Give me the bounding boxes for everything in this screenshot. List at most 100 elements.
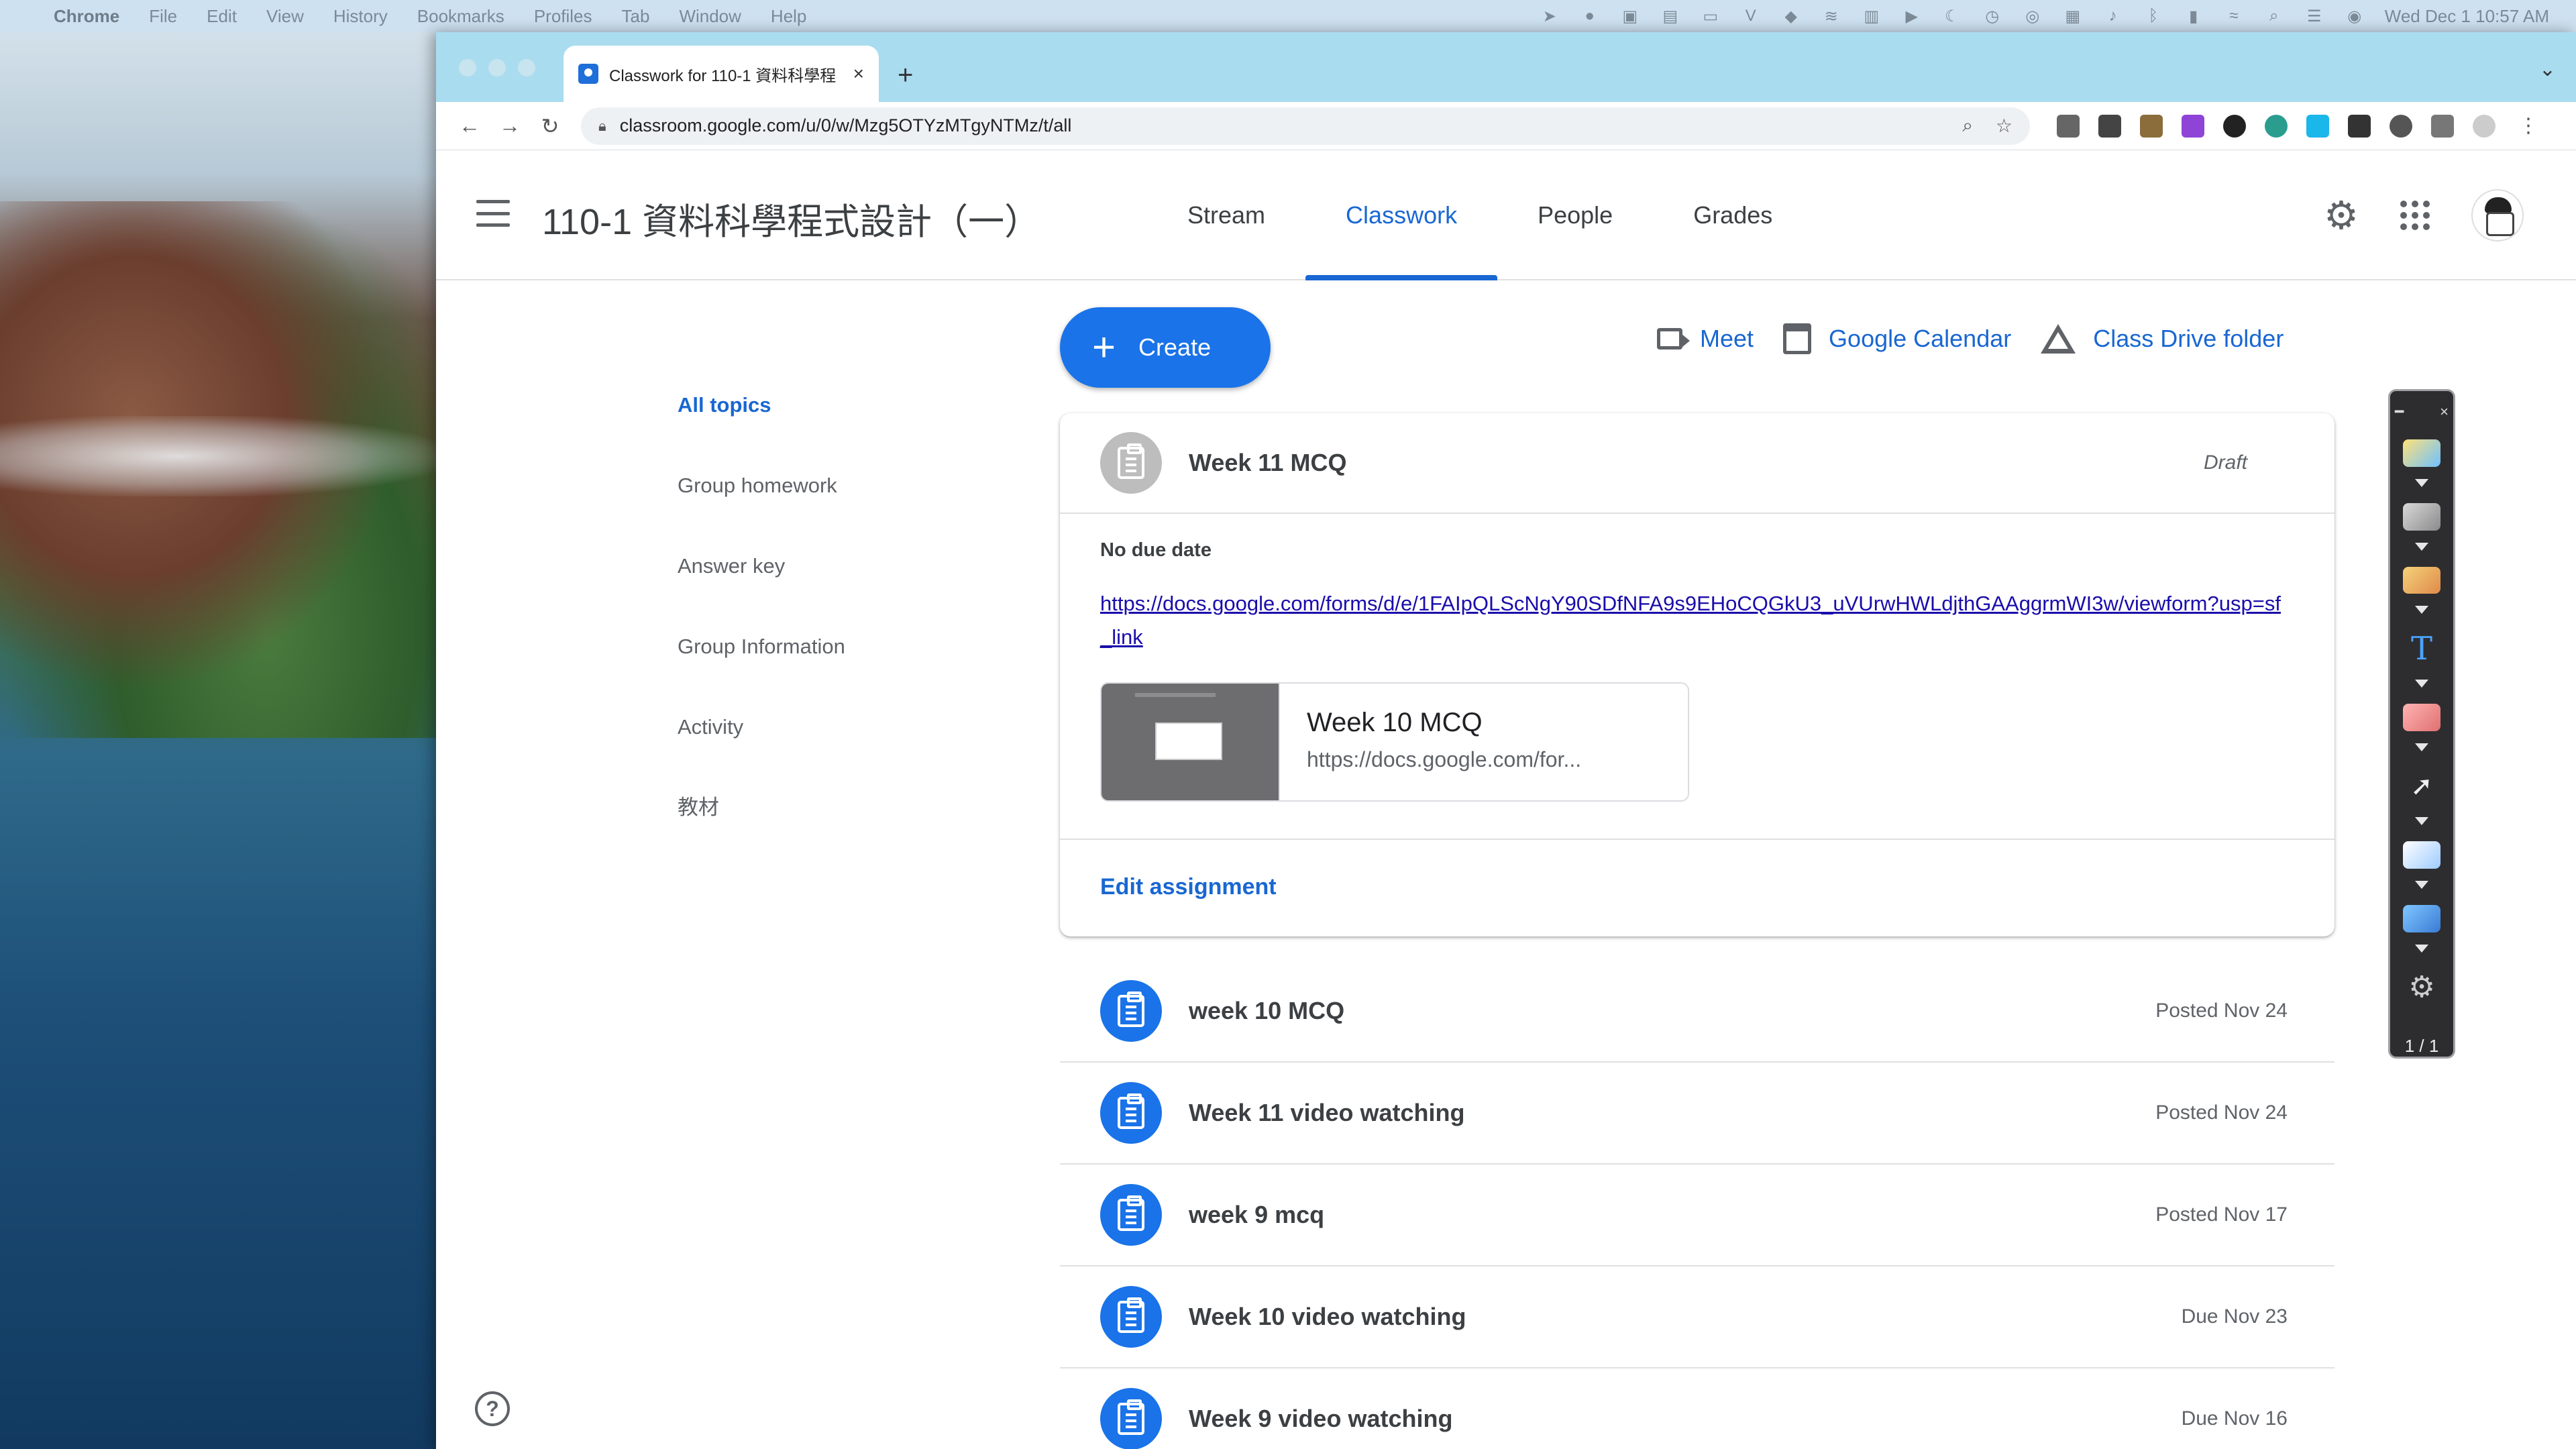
menu-history[interactable]: History (333, 6, 388, 27)
wifi-icon[interactable]: ≈ (2224, 6, 2244, 26)
assignment-icon (1100, 1184, 1162, 1246)
stamp-tool-icon[interactable] (2403, 502, 2440, 551)
stack-icon[interactable]: ≋ (1821, 6, 1841, 26)
course-title[interactable]: 110-1 資料科學程式設計（一） (542, 192, 1040, 245)
zoom-icon[interactable]: ⌕ (1962, 115, 1973, 137)
zoom-window-button[interactable] (518, 59, 535, 76)
extension-2-icon[interactable] (2098, 114, 2121, 138)
forward-button[interactable]: → (490, 113, 530, 138)
dropbox-icon[interactable]: ◆ (1781, 6, 1801, 26)
menu-app-chrome[interactable]: Chrome (54, 6, 119, 27)
settings-gear-icon[interactable]: ⚙ (2403, 969, 2440, 1006)
new-tab-button[interactable]: + (898, 62, 913, 89)
display-icon[interactable]: ▭ (1701, 6, 1721, 26)
whiteboard-tool-icon[interactable] (2403, 841, 2440, 889)
play-icon[interactable]: ▶ (1902, 6, 1922, 26)
control-center-icon[interactable]: ☰ (2304, 6, 2324, 26)
list-item[interactable]: Week 11 video watching Posted Nov 24 (1060, 1063, 2334, 1165)
extension-6-icon[interactable] (2265, 114, 2288, 138)
topic-group-homework[interactable]: Group homework (678, 472, 845, 553)
tab-search-icon[interactable]: ⌄ (2539, 58, 2556, 81)
google-calendar-link[interactable]: Google Calendar (1783, 323, 2011, 354)
minimize-window-button[interactable] (488, 59, 506, 76)
bookmark-star-icon[interactable]: ☆ (1996, 115, 2012, 137)
tab-classwork[interactable]: Classwork for 110-1 資料科學程 × (564, 46, 879, 102)
extension-3-icon[interactable] (2140, 114, 2163, 138)
circle-icon[interactable]: ● (1580, 6, 1600, 26)
class-drive-folder-link[interactable]: Class Drive folder (2041, 324, 2284, 354)
topic-activity[interactable]: Activity (678, 714, 845, 794)
tab-close-icon[interactable]: × (853, 63, 864, 85)
clock-icon[interactable]: ◷ (1982, 6, 2002, 26)
list-item[interactable]: week 10 MCQ Posted Nov 24 (1060, 961, 2334, 1063)
toolbar-minimize-icon[interactable]: ━ (2395, 403, 2404, 421)
menu-help[interactable]: Help (771, 6, 806, 27)
account-avatar[interactable] (2471, 189, 2524, 241)
class-settings-gear-icon[interactable]: ⚙ (2324, 193, 2359, 238)
text-tool-icon[interactable]: T (2403, 630, 2440, 688)
menu-window[interactable]: Window (679, 6, 741, 27)
lock-icon[interactable]: 🔒︎ (598, 117, 606, 135)
extension-9-icon[interactable] (2390, 114, 2412, 138)
menu-file[interactable]: File (149, 6, 177, 27)
photo-icon[interactable]: ▤ (1660, 6, 1680, 26)
main-menu-icon[interactable] (476, 200, 510, 227)
pointer-tool-icon[interactable]: ➚ (2403, 767, 2440, 826)
chrome-menu-icon[interactable]: ⋮ (2518, 114, 2538, 138)
battery-icon[interactable]: ▮ (2184, 6, 2204, 26)
menu-view[interactable]: View (266, 6, 304, 27)
topic-group-information[interactable]: Group Information (678, 633, 845, 714)
hammer-tool-icon[interactable] (2403, 905, 2440, 953)
google-apps-icon[interactable] (2400, 201, 2430, 230)
volume-icon[interactable]: ♪ (2103, 6, 2123, 26)
create-button[interactable]: + Create (1060, 307, 1271, 388)
tab-classwork[interactable]: Classwork (1305, 150, 1498, 280)
topic-materials[interactable]: 教材 (678, 794, 845, 875)
highlighter-tool-icon[interactable] (2403, 439, 2440, 487)
tab-grades[interactable]: Grades (1653, 150, 1813, 280)
attachment-card[interactable]: Week 10 MCQ https://docs.google.com/for.… (1100, 682, 1689, 802)
pencil-tool-icon[interactable] (2403, 566, 2440, 614)
vimeo-extension-icon[interactable] (2306, 114, 2329, 138)
vimeo-icon[interactable]: V (1741, 6, 1761, 26)
close-window-button[interactable] (459, 59, 476, 76)
menu-bookmarks[interactable]: Bookmarks (417, 6, 504, 27)
evernote-icon[interactable]: ▥ (1862, 6, 1882, 26)
eraser-tool-icon[interactable] (2403, 704, 2440, 752)
menu-profiles[interactable]: Profiles (534, 6, 592, 27)
list-item[interactable]: Week 9 video watching Due Nov 16 (1060, 1368, 2334, 1449)
url-text[interactable]: classroom.google.com/u/0/w/Mzg5OTYzMTgyN… (620, 115, 1939, 136)
toolbar-close-icon[interactable]: × (2440, 403, 2449, 421)
profile-icon[interactable] (2473, 114, 2496, 138)
extension-4-icon[interactable] (2182, 114, 2204, 138)
search-icon[interactable]: ⌕ (2264, 6, 2284, 26)
extension-8-icon[interactable] (2348, 114, 2371, 138)
bluetooth-icon[interactable]: ᛒ (2143, 6, 2163, 26)
topic-answer-key[interactable]: Answer key (678, 553, 845, 633)
siri-icon[interactable]: ◉ (2345, 6, 2365, 26)
menu-tab[interactable]: Tab (622, 6, 650, 27)
flag-icon[interactable]: ▦ (2063, 6, 2083, 26)
list-item[interactable]: Week 10 video watching Due Nov 23 (1060, 1267, 2334, 1368)
menu-edit[interactable]: Edit (207, 6, 237, 27)
list-item[interactable]: week 9 mcq Posted Nov 17 (1060, 1165, 2334, 1267)
tab-people[interactable]: People (1497, 150, 1653, 280)
tab-stream[interactable]: Stream (1147, 150, 1305, 280)
reload-button[interactable]: ↻ (530, 113, 570, 139)
topic-all[interactable]: All topics (678, 392, 845, 472)
address-bar[interactable]: 🔒︎ classroom.google.com/u/0/w/Mzg5OTYzMT… (581, 107, 2030, 145)
extension-5-icon[interactable] (2223, 114, 2246, 138)
help-icon[interactable]: ? (475, 1391, 510, 1426)
menubar-clock[interactable]: Wed Dec 1 10:57 AM (2385, 6, 2549, 27)
airdrop-icon[interactable]: ◎ (2023, 6, 2043, 26)
back-button[interactable]: ← (449, 113, 490, 138)
meet-link[interactable]: Meet (1657, 325, 1754, 353)
screenshot-icon[interactable]: ▣ (1620, 6, 1640, 26)
extensions-puzzle-icon[interactable] (2431, 114, 2454, 138)
extension-1-icon[interactable] (2057, 114, 2080, 138)
moon-icon[interactable]: ☾ (1942, 6, 1962, 26)
edit-assignment-link[interactable]: Edit assignment (1100, 874, 1277, 900)
assignment-header[interactable]: Week 11 MCQ Draft (1060, 413, 2334, 514)
location-icon[interactable]: ➤ (1540, 6, 1560, 26)
form-link[interactable]: https://docs.google.com/forms/d/e/1FAIpQ… (1100, 587, 2281, 654)
